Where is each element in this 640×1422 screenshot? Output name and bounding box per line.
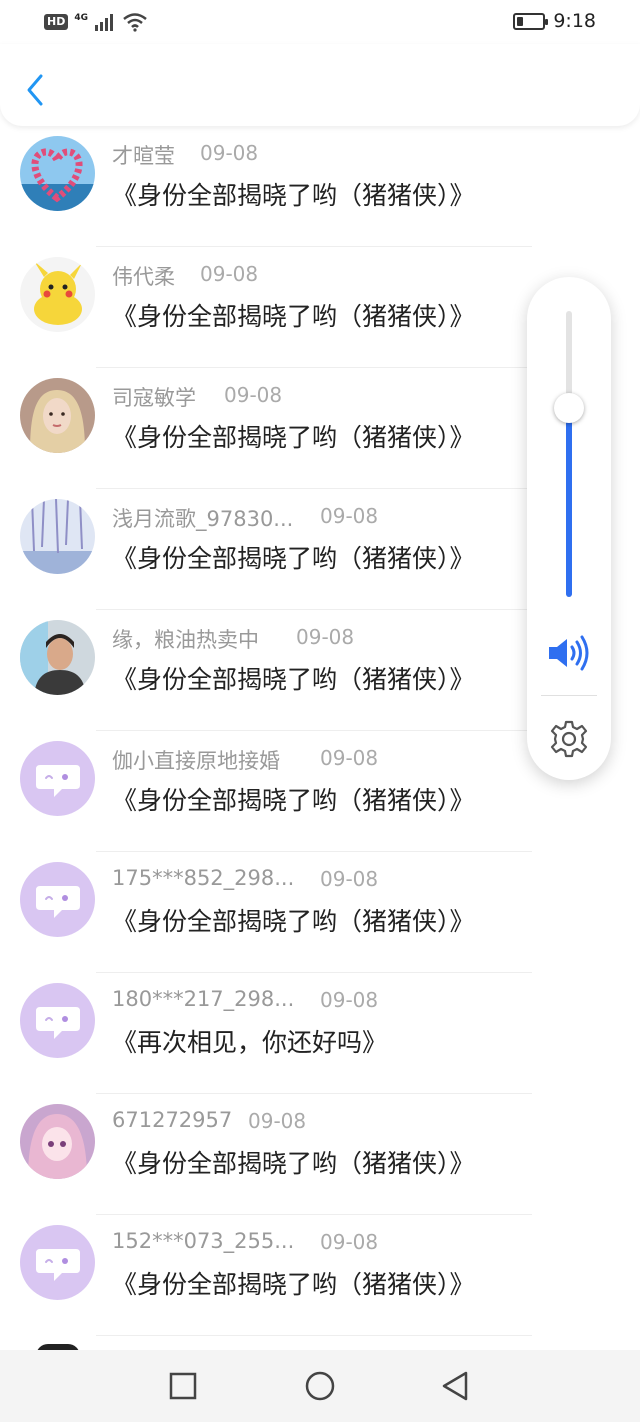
avatar[interactable] <box>20 741 95 816</box>
volume-divider <box>541 695 597 696</box>
blossom-tree-avatar <box>20 499 95 574</box>
sender-name: 152***073_255... <box>112 1229 295 1253</box>
photo-avatar <box>20 620 95 695</box>
message-text: 《身份全部揭晓了哟（猪猪侠）》 <box>112 907 475 936</box>
app-header <box>0 44 640 126</box>
volume-slider-thumb[interactable] <box>554 393 584 423</box>
wifi-icon <box>123 13 147 32</box>
chevron-left-icon <box>27 74 43 106</box>
avatar[interactable] <box>20 862 95 937</box>
pikachu-avatar <box>20 257 95 332</box>
gear-icon <box>550 720 588 758</box>
message-date: 09-08 <box>248 1109 307 1133</box>
message-item[interactable]: 671272957 09-08 《身份全部揭晓了哟（猪猪侠）》 <box>0 1094 640 1215</box>
sender-name: 伟代柔 <box>112 265 175 289</box>
message-text: 《身份全部揭晓了哟（猪猪侠）》 <box>112 1270 475 1299</box>
signal-icon <box>95 14 113 31</box>
anime-girl-avatar <box>20 1104 95 1179</box>
sender-name: 伽小直接原地接婚 <box>112 749 280 773</box>
message-text: 《身份全部揭晓了哟（猪猪侠）》 <box>112 181 475 210</box>
heart-flowers-avatar <box>20 136 95 211</box>
portrait-avatar <box>20 378 95 453</box>
status-bar: HD 4G 9:18 <box>0 0 640 44</box>
message-date: 09-08 <box>320 504 379 528</box>
clock: 9:18 <box>553 10 596 32</box>
circle-icon <box>305 1371 335 1401</box>
home-button[interactable] <box>302 1368 338 1404</box>
default-chat-avatar <box>20 1225 95 1300</box>
square-icon <box>169 1372 197 1400</box>
message-text: 《身份全部揭晓了哟（猪猪侠）》 <box>112 302 475 331</box>
message-item[interactable]: 152***073_255... 09-08 《身份全部揭晓了哟（猪猪侠）》 <box>0 1215 640 1336</box>
battery-icon <box>513 12 549 30</box>
default-chat-avatar <box>20 983 95 1058</box>
avatar[interactable] <box>20 1225 95 1300</box>
avatar[interactable] <box>20 136 95 211</box>
sender-name: 175***852_298... <box>112 866 295 890</box>
message-date: 09-08 <box>320 1230 379 1254</box>
sender-name: 浅月流歌_97830... <box>112 507 294 531</box>
speaker-icon[interactable] <box>545 633 593 673</box>
volume-settings-button[interactable] <box>547 717 591 761</box>
network-type: 4G <box>74 13 88 23</box>
sender-name: 司寇敏学 <box>112 386 196 410</box>
status-right: 9:18 <box>513 10 596 32</box>
sender-name: 缘，粮油热卖中 <box>112 628 259 652</box>
avatar[interactable] <box>20 620 95 695</box>
volume-slider-track[interactable] <box>554 311 584 597</box>
default-chat-avatar <box>20 741 95 816</box>
avatar[interactable] <box>20 1104 95 1179</box>
triangle-back-icon <box>442 1371 468 1401</box>
message-text: 《再次相见，你还好吗》 <box>112 1028 388 1057</box>
message-item[interactable]: 180***217_298... 09-08 《再次相见，你还好吗》 <box>0 973 640 1094</box>
message-date: 09-08 <box>200 262 259 286</box>
back-button[interactable] <box>18 70 52 110</box>
message-text: 《身份全部揭晓了哟（猪猪侠）》 <box>112 423 475 452</box>
status-left: HD 4G <box>44 12 148 32</box>
message-item[interactable]: 才暄莹 09-08 《身份全部揭晓了哟（猪猪侠）》 <box>0 126 640 247</box>
system-nav-bar <box>0 1350 640 1422</box>
message-date: 09-08 <box>200 141 259 165</box>
default-chat-avatar <box>20 862 95 937</box>
message-date: 09-08 <box>296 625 355 649</box>
sender-name: 才暄莹 <box>112 144 175 168</box>
message-date: 09-08 <box>320 746 379 770</box>
volume-panel <box>527 277 611 780</box>
message-date: 09-08 <box>224 383 283 407</box>
message-text: 《身份全部揭晓了哟（猪猪侠）》 <box>112 665 475 694</box>
avatar[interactable] <box>20 983 95 1058</box>
row-divider <box>96 1335 532 1336</box>
message-text: 《身份全部揭晓了哟（猪猪侠）》 <box>112 1149 475 1178</box>
message-date: 09-08 <box>320 988 379 1012</box>
message-item[interactable]: 175***852_298... 09-08 《身份全部揭晓了哟（猪猪侠）》 <box>0 852 640 973</box>
recent-apps-button[interactable] <box>165 1368 201 1404</box>
back-nav-button[interactable] <box>437 1368 473 1404</box>
avatar[interactable] <box>20 378 95 453</box>
hd-badge: HD <box>44 14 69 30</box>
volume-slider-fill <box>566 408 572 597</box>
message-text: 《身份全部揭晓了哟（猪猪侠）》 <box>112 544 475 573</box>
sender-name: 180***217_298... <box>112 987 295 1011</box>
sender-name: 671272957 <box>112 1108 233 1132</box>
message-date: 09-08 <box>320 867 379 891</box>
avatar[interactable] <box>20 499 95 574</box>
avatar[interactable] <box>20 257 95 332</box>
message-text: 《身份全部揭晓了哟（猪猪侠）》 <box>112 786 475 815</box>
